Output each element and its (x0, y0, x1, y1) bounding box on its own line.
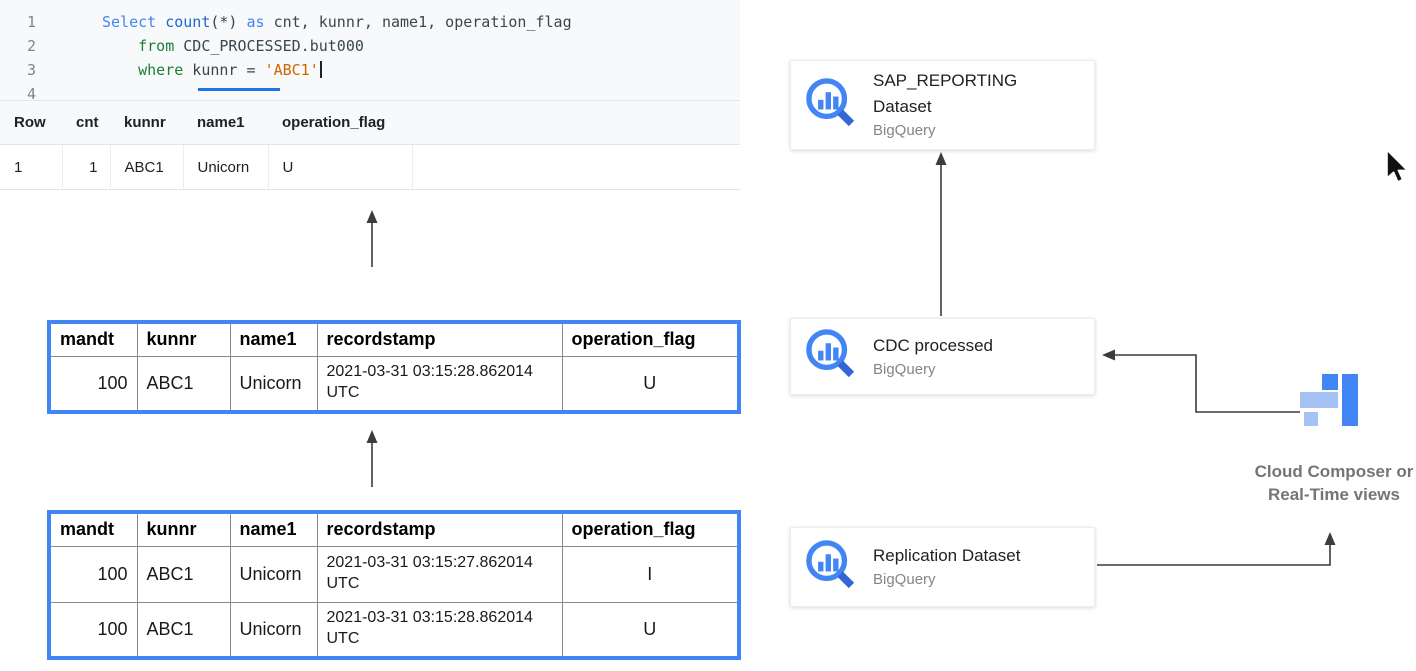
sql-token: kunnr = (183, 61, 264, 79)
table-cell: ABC1 (137, 602, 230, 658)
card-title: SAP_REPORTING Dataset (873, 68, 1041, 120)
column-header: mandt (49, 322, 137, 356)
header-row: mandtkunnrname1recordstampoperation_flag (49, 322, 739, 356)
card-subtitle: BigQuery (873, 120, 1041, 142)
table-cell: U (562, 602, 739, 658)
sql-token: from (102, 37, 174, 55)
column-header: cnt (62, 101, 110, 145)
table-cell: ABC1 (110, 145, 183, 190)
replication-table: mandtkunnrname1recordstampoperation_flag… (47, 510, 741, 660)
table-cell: 100 (49, 356, 137, 412)
card-cdc-processed: CDC processed BigQuery (790, 318, 1095, 395)
bigquery-icon (803, 326, 861, 387)
column-header: operation_flag (562, 512, 739, 546)
table-cell: 100 (49, 546, 137, 602)
card-subtitle: BigQuery (873, 359, 993, 381)
card-subtitle: BigQuery (873, 569, 1020, 591)
sql-token: 'ABC1' (265, 61, 319, 79)
table-row: 100ABC1Unicorn2021-03-31 03:15:28.862014… (49, 356, 739, 412)
table-cell: Unicorn (230, 356, 317, 412)
sql-line-code: Select count(*) as cnt, kunnr, name1, op… (36, 10, 572, 34)
column-header: name1 (183, 101, 268, 145)
column-header (412, 101, 740, 145)
table-cell: 2021-03-31 03:15:28.862014 UTC (317, 602, 562, 658)
column-header: recordstamp (317, 322, 562, 356)
sql-token: count (165, 13, 210, 31)
table-cell: 1 (62, 145, 110, 190)
sql-line: 3 where kunnr = 'ABC1' (0, 58, 740, 82)
column-header: kunnr (110, 101, 183, 145)
line-number: 3 (0, 58, 36, 82)
card-title: Replication Dataset (873, 543, 1020, 569)
sql-line: 1Select count(*) as cnt, kunnr, name1, o… (0, 10, 740, 34)
sql-line: 4 (0, 82, 740, 100)
table-row: 100ABC1Unicorn2021-03-31 03:15:28.862014… (49, 602, 739, 658)
table-cell (412, 145, 740, 190)
line-number: 2 (0, 34, 36, 58)
diagram-canvas: 1Select count(*) as cnt, kunnr, name1, o… (0, 0, 1416, 671)
table-cell: Unicorn (230, 602, 317, 658)
table-cell: U (562, 356, 739, 412)
column-header: operation_flag (562, 322, 739, 356)
table-cell: 2021-03-31 03:15:27.862014 UTC (317, 546, 562, 602)
table-cell: ABC1 (137, 356, 230, 412)
column-header: recordstamp (317, 512, 562, 546)
table-row: 11ABC1UnicornU (0, 145, 740, 190)
column-header: Row (0, 101, 62, 145)
table-row: 100ABC1Unicorn2021-03-31 03:15:27.862014… (49, 546, 739, 602)
line-number: 4 (0, 82, 36, 100)
column-header: kunnr (137, 512, 230, 546)
table-cell: 100 (49, 602, 137, 658)
column-header: name1 (230, 512, 317, 546)
table-cell: Unicorn (183, 145, 268, 190)
column-header: kunnr (137, 322, 230, 356)
bigquery-icon (803, 537, 861, 598)
column-header: operation_flag (268, 101, 412, 145)
card-replication-dataset: Replication Dataset BigQuery (790, 527, 1095, 607)
cloud-composer-label-line2: Real-Time views (1238, 483, 1416, 506)
query-result-table: Rowcntkunnrname1operation_flag11ABC1Unic… (0, 100, 740, 190)
column-header: name1 (230, 322, 317, 356)
card-sap-reporting-dataset: SAP_REPORTING Dataset BigQuery (790, 60, 1095, 150)
bigquery-icon (803, 75, 861, 136)
sql-token: Select (102, 13, 165, 31)
table-cell: 1 (0, 145, 62, 190)
table-cell: 2021-03-31 03:15:28.862014 UTC (317, 356, 562, 412)
sql-editor[interactable]: 1Select count(*) as cnt, kunnr, name1, o… (0, 0, 740, 100)
sql-line: 2 from CDC_PROCESSED.but000 (0, 34, 740, 58)
sql-line-code: from CDC_PROCESSED.but000 (36, 34, 364, 58)
line-number: 1 (0, 10, 36, 34)
card-text: SAP_REPORTING Dataset BigQuery (873, 68, 1041, 142)
cloud-composer-icon (1300, 374, 1362, 437)
sql-token: (*) (210, 13, 246, 31)
sql-code: 1Select count(*) as cnt, kunnr, name1, o… (0, 0, 740, 100)
sql-token: CDC_PROCESSED.but000 (174, 37, 364, 55)
table-cell: ABC1 (137, 546, 230, 602)
cloud-composer-label-line1: Cloud Composer or (1238, 460, 1416, 483)
table-cell: I (562, 546, 739, 602)
card-title: CDC processed (873, 333, 993, 359)
sql-line-code: where kunnr = 'ABC1' (36, 58, 322, 82)
table-cell: Unicorn (230, 546, 317, 602)
mouse-cursor (1384, 148, 1414, 188)
header-row: Rowcntkunnrname1operation_flag (0, 101, 740, 145)
text-cursor (320, 61, 322, 78)
sql-token: where (102, 61, 183, 79)
table-cell: U (268, 145, 412, 190)
header-row: mandtkunnrname1recordstampoperation_flag (49, 512, 739, 546)
column-header: mandt (49, 512, 137, 546)
card-text: CDC processed BigQuery (873, 333, 993, 381)
sql-line-code (36, 82, 102, 100)
cdc-processed-table: mandtkunnrname1recordstampoperation_flag… (47, 320, 741, 414)
card-text: Replication Dataset BigQuery (873, 543, 1020, 591)
sql-token: as (247, 13, 265, 31)
editor-progress-bar (198, 88, 280, 91)
sql-token: cnt, kunnr, name1, operation_flag (265, 13, 572, 31)
cloud-composer-label: Cloud Composer or Real-Time views (1238, 460, 1416, 506)
